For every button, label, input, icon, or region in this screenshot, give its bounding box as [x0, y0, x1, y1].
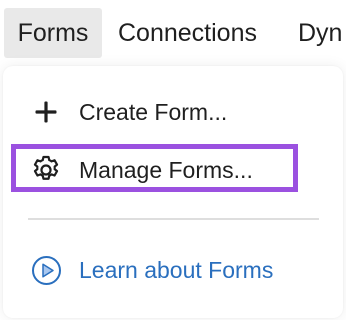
connections-menu-tab[interactable]: Connections — [118, 8, 257, 58]
app-screen: Forms Connections Dyn Create Form... Man… — [0, 0, 346, 320]
plus-icon — [28, 94, 64, 130]
learn-about-forms-link[interactable]: Learn about Forms — [28, 250, 273, 290]
forms-dropdown-menu: Create Form... Manage Forms... Learn abo… — [3, 66, 343, 318]
play-circle-icon — [28, 252, 64, 288]
create-form-menu-item[interactable]: Create Form... — [28, 92, 227, 132]
gear-icon — [28, 152, 64, 188]
menu-separator — [28, 218, 319, 220]
top-menu-bar: Forms Connections Dyn — [0, 0, 346, 62]
learn-about-forms-label: Learn about Forms — [79, 256, 274, 283]
dyn-menu-tab[interactable]: Dyn — [298, 8, 342, 58]
manage-forms-menu-item[interactable]: Manage Forms... — [28, 150, 253, 190]
create-form-label: Create Form... — [79, 98, 228, 125]
manage-forms-label: Manage Forms... — [79, 156, 253, 183]
forms-menu-tab[interactable]: Forms — [4, 8, 102, 58]
